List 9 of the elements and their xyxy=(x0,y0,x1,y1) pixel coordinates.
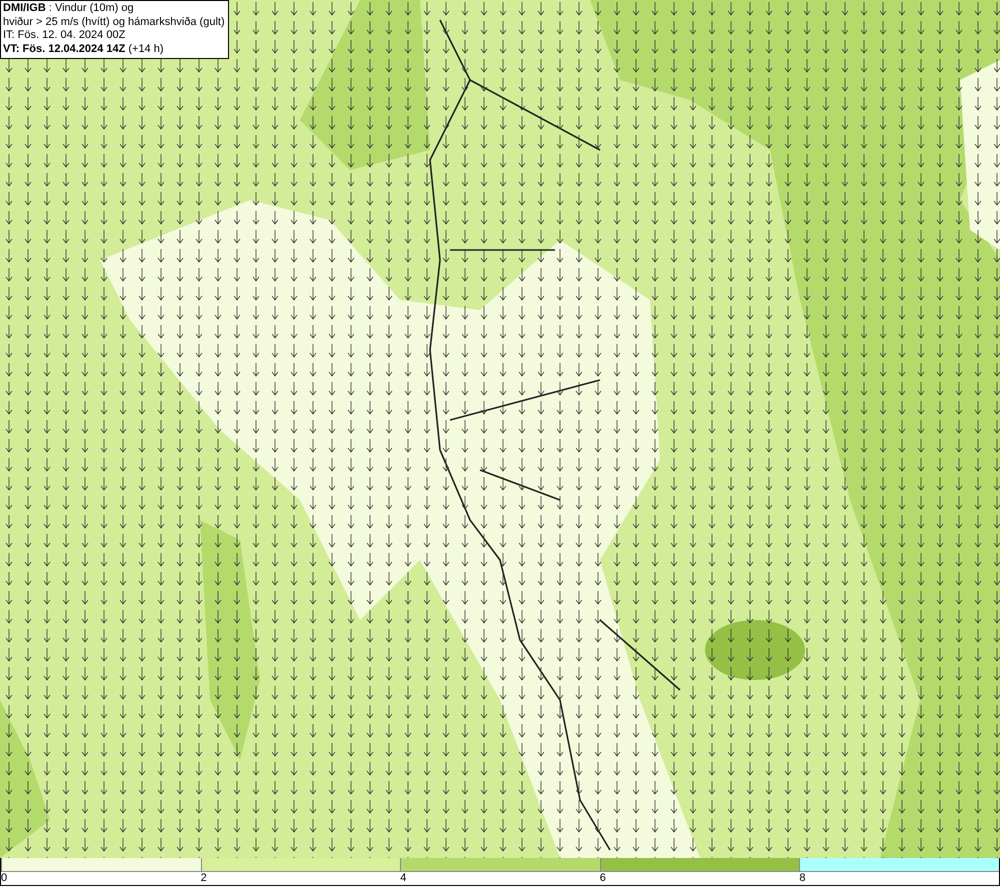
legend-label: 6 xyxy=(600,872,606,885)
info-text: hviður > 25 m/s (hvítt) og hámarkshviða (gult) xyxy=(3,16,225,29)
info-text: IT: Fös. 12. 04. 2024 00Z xyxy=(3,29,126,42)
legend-label: 0 xyxy=(1,872,8,885)
info-text: DMI/IGB : Vindur (10m) og xyxy=(3,2,135,16)
info-text: VT: Fös. 12.04.2024 14Z (+14 h) xyxy=(3,42,165,56)
legend-label: 4 xyxy=(400,872,406,885)
legend-label: 2 xyxy=(200,872,207,885)
legend-label: 8 xyxy=(799,872,806,885)
